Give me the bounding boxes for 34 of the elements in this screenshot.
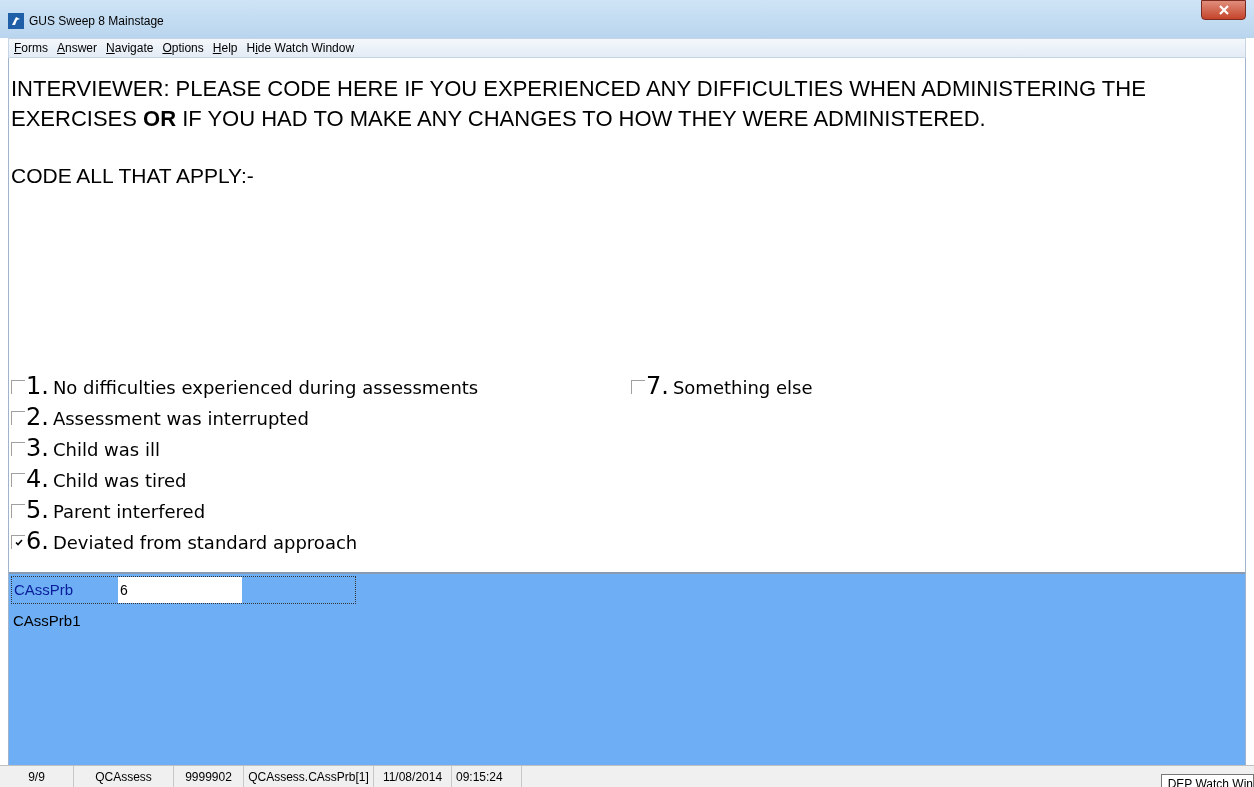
sub-label: CAssPrb1 [12, 611, 82, 631]
instruction-text: CODE ALL THAT APPLY:- [11, 163, 255, 189]
close-icon [1217, 5, 1230, 15]
option-number: 7. [646, 374, 669, 398]
status-cell: QCAssess [74, 766, 174, 787]
close-button[interactable] [1201, 0, 1246, 20]
menu-item[interactable]: Hide Watch Window [246, 39, 355, 57]
option-label: Deviated from standard approach [52, 534, 358, 552]
app-icon [8, 13, 24, 29]
option-label: Something else [672, 379, 813, 397]
menu-item[interactable]: Help [212, 39, 238, 57]
status-cell: QCAssess.CAssPrb[1] [244, 766, 374, 787]
window-title: GUS Sweep 8 Mainstage [29, 13, 164, 30]
option-number: 1. [26, 374, 49, 398]
option-label: No difficulties experienced during assessments [52, 379, 479, 397]
menu-item[interactable]: Forms [14, 39, 48, 57]
menu-item[interactable]: Answer [57, 39, 98, 57]
option-label: Parent interfered [52, 503, 206, 521]
option-number: 4. [26, 467, 49, 491]
option-number: 3. [26, 436, 49, 460]
checkmark-icon [14, 539, 23, 546]
status-cell: 9999902 [174, 766, 244, 787]
status-cell: 9/9 [0, 766, 74, 787]
option-number: 6. [26, 529, 49, 553]
menu-item[interactable]: Navigate [106, 39, 154, 57]
menu-item[interactable]: Options [162, 39, 204, 57]
status-cell: 09:15:24 [452, 766, 522, 787]
option-label: Child was tired [52, 472, 187, 490]
status-cell: 11/08/2014 [374, 766, 452, 787]
option-label: Assessment was interrupted [52, 410, 309, 428]
question-text: INTERVIEWER: PLEASE CODE HERE IF YOU EXPERIENCED ANY DIFFICULTIES WHEN ADMINISTERING THE EXERCISES OR IF YOU HAD TO MAKE ANY CHANGES TO HOW THEY WERE ADMINISTERED. [11, 75, 1147, 133]
option-number: 2. [26, 405, 49, 429]
option-label: Child was ill [52, 441, 160, 459]
option-number: 5. [26, 498, 49, 522]
